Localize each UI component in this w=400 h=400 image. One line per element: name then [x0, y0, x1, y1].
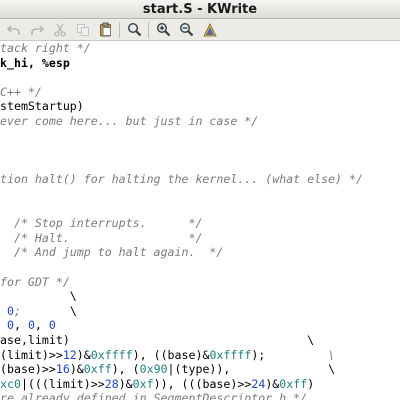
code-token: \ [0, 289, 77, 304]
code-line: tack right */ [0, 41, 91, 55]
code-token: (base)>> [0, 362, 56, 377]
zoom-out-icon [179, 22, 194, 37]
code-token: ); [251, 347, 266, 362]
code-token: ever come here... but just in case */ [0, 114, 259, 128]
code-line: for GDT */ [0, 275, 70, 289]
code-line: ase,limit) \ [0, 333, 314, 347]
code-token: 28 [104, 376, 119, 391]
code-line: re already defined in SegmentDescriptor.… [0, 391, 307, 400]
redo-button[interactable] [27, 20, 46, 39]
code-token: 12 [62, 347, 77, 362]
code-token: ) [307, 376, 315, 391]
code-token: C++ */ [0, 84, 42, 99]
zoom-out-button[interactable] [177, 20, 196, 39]
window-title: start.S - KWrite [142, 1, 258, 17]
magnifier-icon [127, 22, 142, 37]
code-token: k_hi, %esp [0, 55, 70, 70]
code-line: tion halt() for halting the kernel... (w… [0, 172, 363, 186]
code-line: /* Stop interrupts. */ [0, 216, 202, 230]
code-line: (base)>>16)&0xff), (0x90|(type)), \ [0, 362, 335, 376]
code-line: xc0|(((limit)>>28)&0xf)), (((base)>>24)&… [0, 377, 314, 391]
zoom-in-icon [156, 22, 171, 37]
toolbar-separator [148, 21, 149, 38]
code-token: 24 [251, 376, 266, 391]
code-token: )& [118, 376, 133, 391]
code-line: stemStartup) [0, 99, 84, 113]
window-titlebar[interactable]: start.S - KWrite [0, 0, 400, 19]
code-line: (limit)>>12)&0xffff), ((base)&0xffff); \ [0, 348, 335, 362]
code-token: re already defined in SegmentDescriptor.… [0, 391, 308, 400]
find-button[interactable] [125, 20, 144, 39]
code-token: (limit)>> [0, 347, 63, 362]
code-token: stemStartup) [0, 99, 84, 114]
cut-icon [53, 23, 66, 37]
code-token: 0x90 [139, 362, 168, 377]
code-line: /* And jump to halt again. */ [0, 245, 223, 259]
spellcheck-button[interactable] [200, 20, 219, 39]
code-token: 0xff [83, 362, 112, 377]
code-token: xc0 [0, 376, 21, 391]
code-token: , [34, 318, 49, 333]
code-token: ), ( [111, 362, 140, 377]
redo-icon [30, 24, 44, 35]
cut-button[interactable] [50, 20, 69, 39]
main-toolbar [0, 19, 400, 41]
undo-button[interactable] [4, 20, 23, 39]
code-line: 0; \ [0, 304, 77, 318]
code-token: /* Halt. */ [0, 230, 203, 245]
code-token: tion halt() for halting the kernel... (w… [0, 172, 363, 187]
code-line: ever come here... but just in case */ [0, 114, 258, 128]
zoom-in-button[interactable] [154, 20, 173, 39]
code-token: ), ((base)& [132, 347, 210, 362]
code-line: k_hi, %esp [0, 56, 70, 70]
code-token: )& [69, 362, 84, 377]
code-token: \ [265, 347, 336, 362]
code-line: C++ */ [0, 85, 42, 99]
code-token: ase,limit) \ [0, 333, 315, 347]
code-token: /* And jump to halt again. */ [0, 245, 224, 260]
code-token: 16 [55, 362, 70, 377]
code-token: 0 [0, 303, 14, 318]
spellcheck-icon [202, 22, 217, 36]
code-token: )& [265, 376, 280, 391]
code-token: tack right */ [0, 41, 91, 55]
code-token: )), (((base)>> [153, 376, 252, 391]
code-token: |(type)), \ [167, 362, 336, 377]
code-token: 0 [27, 318, 35, 333]
code-token: 0 [48, 318, 56, 333]
code-token: for GDT */ [0, 274, 70, 289]
code-token: ; [13, 303, 70, 318]
code-token: /* Stop interrupts. */ [0, 216, 203, 231]
code-line: 0, 0, 0 [0, 318, 56, 332]
copy-icon [76, 23, 89, 36]
toolbar-separator [119, 21, 120, 38]
undo-icon [6, 24, 20, 35]
code-line: \ [0, 289, 77, 303]
code-token: , [13, 318, 28, 333]
paste-icon [99, 22, 111, 37]
copy-button[interactable] [73, 20, 92, 39]
code-token: 0 [0, 318, 14, 333]
code-token: |(((limit)>> [20, 376, 105, 391]
code-token: 0xffff [90, 347, 133, 362]
code-editor[interactable]: tack right */k_hi, %esp C++ */stemStartup… [0, 41, 400, 400]
code-token: \ [69, 303, 77, 318]
code-token: )& [76, 347, 91, 362]
code-token: 0xff [279, 376, 308, 391]
code-token: 0xf [132, 376, 154, 391]
paste-button[interactable] [96, 20, 115, 39]
code-line: /* Halt. */ [0, 231, 202, 245]
code-token: 0xffff [209, 347, 252, 362]
